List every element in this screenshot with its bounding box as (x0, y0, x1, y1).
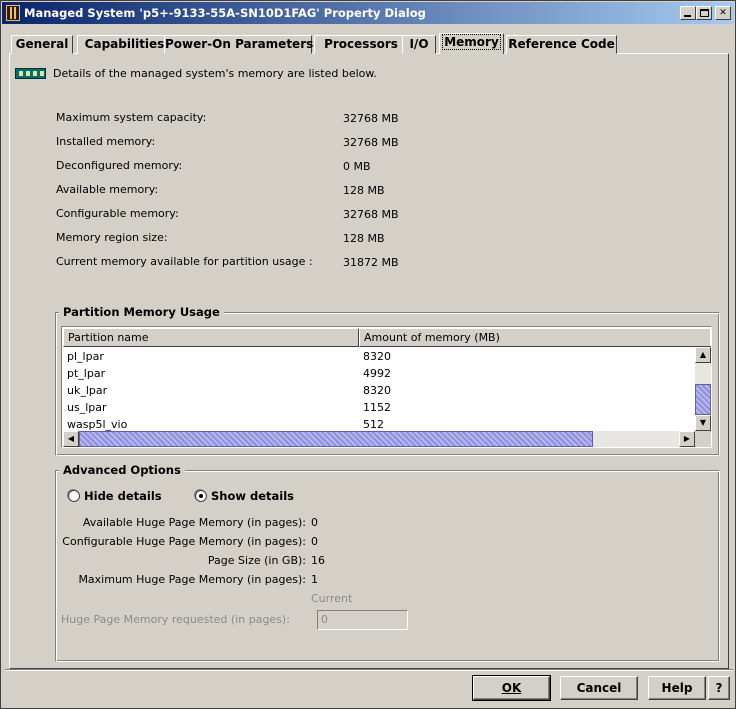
button-separator (5, 669, 733, 671)
column-header-amount-of-memory[interactable]: Amount of memory (MB) (359, 328, 711, 347)
property-dialog-window: Managed System 'p5+-9133-55A-SN10D1FAG' … (0, 0, 736, 709)
ok-button[interactable]: OK (472, 675, 551, 701)
tab-processors[interactable]: Processors (314, 35, 408, 54)
detail-label: Configurable memory: (56, 207, 179, 220)
huge-page-value: 1 (311, 573, 318, 586)
partition-memory-cell: 8320 (363, 350, 391, 363)
detail-label: Maximum system capacity: (56, 111, 207, 124)
current-column-header: Current (311, 592, 353, 605)
huge-page-value: 0 (311, 516, 318, 529)
arrow-down-icon: ▼ (699, 418, 707, 427)
tab-reference-code[interactable]: Reference Code (506, 35, 617, 54)
minimize-button[interactable] (680, 6, 696, 20)
partition-name-cell: uk_lpar (67, 384, 108, 397)
table-row[interactable]: pl_lpar 8320 (63, 348, 694, 365)
horizontal-scroll-thumb[interactable] (79, 431, 593, 447)
tab-io[interactable]: I/O (402, 35, 436, 54)
partition-memory-cell: 1152 (363, 401, 391, 414)
detail-value: 31872 MB (343, 256, 399, 269)
huge-page-requested-input[interactable]: 0 (317, 610, 408, 630)
detail-label: Current memory available for partition u… (56, 255, 313, 268)
scroll-right-button[interactable]: ▶ (679, 431, 695, 447)
partition-memory-usage-title: Partition Memory Usage (59, 305, 224, 319)
tab-general[interactable]: General (11, 35, 73, 54)
tab-memory[interactable]: Memory (439, 33, 504, 54)
tab-power-on-parameters[interactable]: Power-On Parameters (164, 35, 313, 54)
detail-value: 32768 MB (343, 112, 399, 125)
partition-name-cell: pt_lpar (67, 367, 106, 380)
scrollbar-corner (695, 431, 711, 447)
show-details-radio[interactable] (195, 490, 207, 502)
advanced-options-title: Advanced Options (59, 463, 185, 477)
huge-page-value: 0 (311, 535, 318, 548)
context-help-button[interactable]: ? (708, 676, 730, 700)
memory-module-icon (15, 68, 46, 79)
detail-value: 0 MB (343, 160, 371, 173)
cancel-button[interactable]: Cancel (560, 676, 638, 700)
maximize-icon (700, 9, 709, 17)
table-row[interactable]: pt_lpar 4992 (63, 365, 694, 382)
memory-description: Details of the managed system's memory a… (53, 67, 377, 80)
detail-value: 32768 MB (343, 136, 399, 149)
vertical-scroll-thumb[interactable] (695, 384, 711, 415)
detail-value: 32768 MB (343, 208, 399, 221)
minimize-icon (684, 15, 691, 17)
detail-value: 128 MB (343, 184, 385, 197)
app-icon (6, 5, 20, 21)
hide-details-radio[interactable] (68, 490, 80, 502)
huge-page-value: 16 (311, 554, 325, 567)
tab-capabilities[interactable]: Capabilities (77, 35, 172, 54)
help-button[interactable]: Help (648, 676, 706, 700)
close-icon: ✕ (719, 8, 727, 18)
hide-details-label[interactable]: Hide details (84, 489, 162, 503)
partition-name-cell: pl_lpar (67, 350, 104, 363)
vertical-scrollbar[interactable]: ▲ ▼ (695, 347, 711, 431)
scroll-up-button[interactable]: ▲ (695, 347, 711, 363)
close-button[interactable]: ✕ (715, 6, 731, 20)
table-header: Partition name Amount of memory (MB) (63, 328, 711, 347)
huge-page-label: Page Size (in GB): (207, 554, 306, 567)
detail-label: Memory region size: (56, 231, 168, 244)
huge-page-requested-label: Huge Page Memory requested (in pages): (61, 613, 290, 626)
column-header-partition-name[interactable]: Partition name (63, 328, 359, 347)
show-details-label[interactable]: Show details (211, 489, 294, 503)
window-title: Managed System 'p5+-9133-55A-SN10D1FAG' … (24, 6, 426, 20)
arrow-up-icon: ▲ (699, 350, 707, 359)
table-row[interactable]: us_lpar 1152 (63, 399, 694, 416)
detail-value: 128 MB (343, 232, 385, 245)
huge-page-label: Configurable Huge Page Memory (in pages)… (62, 535, 306, 548)
detail-label: Available memory: (56, 183, 159, 196)
detail-label: Deconfigured memory: (56, 159, 183, 172)
partition-name-cell: us_lpar (67, 401, 107, 414)
huge-page-label: Available Huge Page Memory (in pages): (82, 516, 306, 529)
partition-memory-cell: 8320 (363, 384, 391, 397)
scroll-left-button[interactable]: ◀ (63, 431, 79, 447)
partition-memory-cell: 4992 (363, 367, 391, 380)
arrow-left-icon: ◀ (67, 434, 75, 443)
detail-label: Installed memory: (56, 135, 156, 148)
partition-memory-table: Partition name Amount of memory (MB) pl_… (61, 326, 712, 448)
arrow-right-icon: ▶ (683, 434, 691, 443)
huge-page-label: Maximum Huge Page Memory (in pages): (78, 573, 306, 586)
horizontal-scrollbar[interactable]: ◀ ▶ (63, 431, 695, 447)
scroll-down-button[interactable]: ▼ (695, 415, 711, 431)
title-bar[interactable]: Managed System 'p5+-9133-55A-SN10D1FAG' … (2, 2, 734, 24)
maximize-button[interactable] (696, 6, 712, 20)
table-row[interactable]: uk_lpar 8320 (63, 382, 694, 399)
